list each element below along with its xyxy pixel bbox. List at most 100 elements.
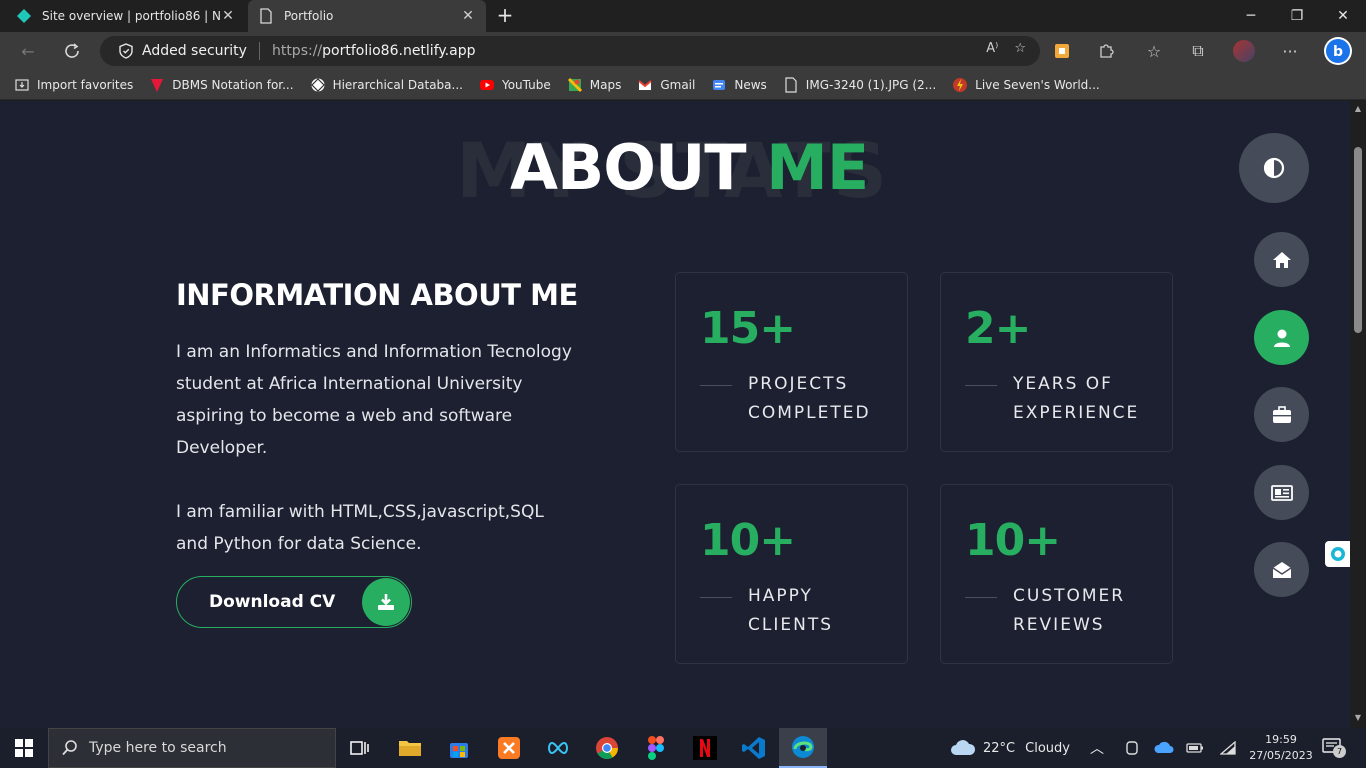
task-view-icon (350, 741, 369, 755)
system-clock[interactable]: 19:59 27/05/2023 (1244, 732, 1318, 764)
favorite-hierarchical[interactable]: Hierarchical Databa... (310, 77, 463, 93)
store-button[interactable] (435, 728, 483, 768)
stat-number: 15+ (700, 303, 796, 354)
taskbar-search-input[interactable]: Type here to search (48, 728, 336, 768)
extension-button[interactable] (1048, 37, 1076, 65)
security-label[interactable]: Added security (142, 43, 247, 59)
meta-app-button[interactable] (534, 728, 582, 768)
folder-icon (399, 741, 421, 756)
netflix-icon (693, 736, 717, 760)
extensions-button[interactable] (1092, 37, 1120, 65)
chrome-button[interactable] (583, 728, 631, 768)
weather-widget[interactable]: 22°C Cloudy (950, 728, 1070, 768)
favorite-label: Maps (589, 77, 622, 92)
user-icon (1273, 329, 1290, 347)
edge-sidebar-button[interactable] (1325, 541, 1350, 567)
new-tab-button[interactable]: + (494, 4, 516, 26)
url-host: portfolio86.netlify.app (322, 43, 476, 59)
tray-chevron-up-icon[interactable]: ︿ (1090, 728, 1104, 768)
favorite-dbms[interactable]: DBMS Notation for... (149, 77, 294, 93)
title-main: ABOUT (510, 131, 767, 204)
nav-blog-button[interactable] (1254, 465, 1309, 520)
back-button[interactable]: ← (14, 37, 42, 65)
skills-paragraph: I am familiar with HTML,CSS,javascript,S… (176, 502, 544, 554)
close-icon[interactable]: ✕ (460, 8, 476, 24)
favorite-label: News (734, 77, 767, 92)
start-button[interactable] (0, 728, 48, 768)
download-cv-button[interactable]: Download CV (176, 576, 412, 628)
favorite-label: Import favorites (37, 77, 134, 92)
favorite-maps[interactable]: Maps (567, 77, 622, 93)
add-favorite-icon[interactable]: ☆ (1014, 41, 1026, 56)
address-bar[interactable]: Added security https://portfolio86.netli… (100, 36, 1040, 66)
vscode-button[interactable] (730, 728, 778, 768)
favorite-live-seven[interactable]: Live Seven's World... (952, 77, 1100, 93)
close-icon[interactable]: ✕ (220, 8, 236, 24)
bing-icon: b (1324, 37, 1352, 65)
close-window-button[interactable]: ✕ (1320, 0, 1366, 32)
envelope-open-icon (1272, 561, 1291, 578)
tab-site-overview[interactable]: Site overview | portfolio86 | Netli ✕ (6, 0, 246, 32)
stat-number: 10+ (700, 515, 796, 566)
nav-about-button[interactable] (1254, 310, 1309, 365)
download-icon (362, 578, 410, 626)
weather-temp: 22°C (983, 740, 1016, 756)
search-placeholder: Type here to search (89, 740, 227, 756)
taskbar: Type here to search 22°C Cloudy ︿ 19:59 … (0, 728, 1366, 768)
tab-portfolio[interactable]: Portfolio ✕ (248, 0, 486, 32)
maximize-button[interactable]: ❐ (1274, 0, 1320, 32)
stat-divider (700, 385, 732, 386)
wifi-icon[interactable] (1220, 728, 1236, 768)
stat-label: HAPPY CLIENTS (748, 586, 833, 635)
scroll-thumb[interactable] (1354, 147, 1362, 333)
scroll-down-icon[interactable]: ▼ (1354, 713, 1362, 722)
favorite-youtube[interactable]: YouTube (479, 77, 551, 93)
figma-button[interactable] (632, 728, 680, 768)
scroll-up-icon[interactable]: ▲ (1354, 104, 1362, 113)
nav-contact-button[interactable] (1254, 542, 1309, 597)
task-view-button[interactable] (336, 728, 384, 768)
favorites-button[interactable]: ☆ (1140, 37, 1168, 65)
refresh-button[interactable] (58, 37, 86, 65)
import-icon (15, 78, 29, 91)
favorite-label: Live Seven's World... (975, 77, 1100, 92)
favorite-gmail[interactable]: Gmail (637, 77, 695, 93)
bing-button[interactable]: b (1322, 35, 1354, 67)
tab-title: Site overview | portfolio86 | Netli (42, 9, 220, 23)
scrollbar[interactable]: ▲ ▼ (1350, 101, 1366, 728)
stat-number: 10+ (965, 515, 1061, 566)
onedrive-icon[interactable] (1154, 728, 1174, 768)
stat-label: PROJECTS COMPLETED (748, 374, 871, 423)
battery-icon[interactable] (1186, 728, 1204, 768)
puzzle-icon (1100, 44, 1114, 58)
theme-toggle-button[interactable] (1239, 133, 1309, 203)
home-icon (1272, 251, 1291, 268)
stat-divider (965, 385, 997, 386)
weather-desc: Cloudy (1025, 740, 1070, 756)
nav-home-button[interactable] (1254, 232, 1309, 287)
store-icon (450, 743, 468, 758)
profile-button[interactable] (1230, 37, 1258, 65)
meet-now-icon[interactable] (1124, 728, 1140, 768)
collections-button[interactable]: ⧉ (1184, 37, 1212, 65)
url-prefix: https:// (271, 43, 323, 59)
favorite-import[interactable]: Import favorites (14, 77, 133, 93)
tab-bar: Site overview | portfolio86 | Netli ✕ Po… (0, 0, 1366, 32)
file-explorer-button[interactable] (386, 728, 434, 768)
minimize-button[interactable]: ─ (1228, 0, 1274, 32)
favorites-star-icon: ☆ (1146, 41, 1162, 61)
favorite-news[interactable]: News (711, 77, 767, 93)
menu-button[interactable]: ··· (1276, 37, 1304, 65)
favorite-img[interactable]: IMG-3240 (1).JPG (2... (783, 76, 936, 93)
read-aloud-icon[interactable]: A⁾ (986, 41, 998, 56)
nav-portfolio-button[interactable] (1254, 387, 1309, 442)
netflix-button[interactable] (681, 728, 729, 768)
shield-icon (119, 43, 133, 59)
page-title: ABOUT ME (510, 131, 869, 204)
url-text[interactable]: https://portfolio86.netlify.app (272, 43, 476, 59)
svg-text:b: b (1333, 44, 1343, 60)
infinity-icon (548, 741, 568, 755)
xampp-button[interactable] (485, 728, 533, 768)
notifications-button[interactable]: 7 (1322, 737, 1346, 759)
edge-button[interactable] (779, 728, 827, 768)
